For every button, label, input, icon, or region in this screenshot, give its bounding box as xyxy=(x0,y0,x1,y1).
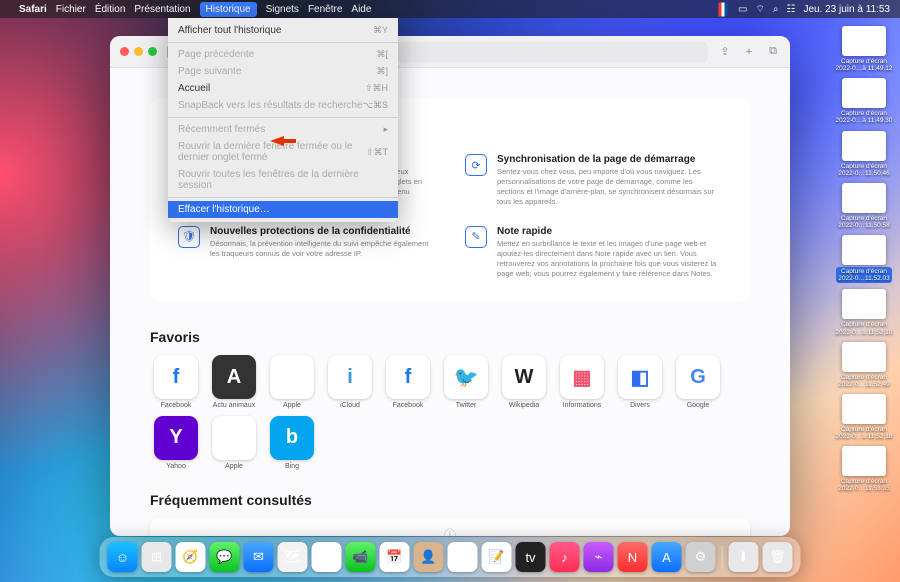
desktop-file[interactable]: Capture d'écran2022-0…11.53.35 xyxy=(834,446,894,492)
menubar: Safari Fichier Édition Présentation Hist… xyxy=(0,0,900,18)
dock-downloads[interactable]: ⬇ xyxy=(729,542,759,572)
menu-item[interactable]: Afficher tout l'historique⌘Y xyxy=(168,22,398,39)
feature-icon: ⟳ xyxy=(465,154,487,176)
input-source-flag-icon[interactable] xyxy=(719,2,728,16)
dock-mail[interactable]: ✉ xyxy=(244,542,274,572)
menu-help[interactable]: Aide xyxy=(351,4,371,15)
desktop-file[interactable]: Capture d'écran2022-0…11.50.58 xyxy=(834,183,894,229)
app-name[interactable]: Safari xyxy=(19,4,47,15)
new-tab-icon[interactable]: + xyxy=(742,45,756,59)
favorite-item[interactable]: bBing xyxy=(266,416,318,471)
history-dropdown: Afficher tout l'historique⌘Y Page précéde… xyxy=(168,18,398,222)
dock-trash[interactable]: 🗑 xyxy=(763,542,793,572)
dock-contacts[interactable]: 👤 xyxy=(414,542,444,572)
desktop-file[interactable]: Capture d'écran2022-0…11.50.46 xyxy=(834,131,894,177)
desktop-file[interactable]: Capture d'écran2022-0…à 11.49.30 xyxy=(834,78,894,124)
dock-appstore[interactable]: A xyxy=(652,542,682,572)
dock-music[interactable]: ♪ xyxy=(550,542,580,572)
battery-icon[interactable]: ▭ xyxy=(738,4,747,15)
dock-podcasts[interactable]: ⌁ xyxy=(584,542,614,572)
favorite-item[interactable]: Apple xyxy=(266,355,318,410)
menu-history[interactable]: Historique xyxy=(200,2,257,17)
feature-item: 🛡Nouvelles protections de la confidentia… xyxy=(178,226,435,280)
frequently-visited-item[interactable]: ⓘ xyxy=(150,518,750,536)
dock-messages[interactable]: 💬 xyxy=(210,542,240,572)
favorite-item[interactable]: YYahoo xyxy=(150,416,202,471)
favorite-item[interactable]: fFacebook xyxy=(382,355,434,410)
spotlight-icon[interactable]: ⌕ xyxy=(773,4,779,15)
dock-finder[interactable]: ☺ xyxy=(108,542,138,572)
desktop-file[interactable]: Capture d'écran2022-0…11.52.03 xyxy=(834,235,894,283)
menu-window[interactable]: Fenêtre xyxy=(308,4,342,15)
dock-settings[interactable]: ⚙ xyxy=(686,542,716,572)
menu-item: SnapBack vers les résultats de recherche… xyxy=(168,97,398,114)
window-traffic-lights[interactable] xyxy=(120,47,157,56)
dock-launchpad[interactable]: ⊞ xyxy=(142,542,172,572)
menu-view[interactable]: Présentation xyxy=(134,4,190,15)
dock-safari[interactable]: 🧭 xyxy=(176,542,206,572)
desktop-file[interactable]: Capture d'écran2022-0…11.52.49 xyxy=(834,342,894,388)
share-icon[interactable]: ⇪ xyxy=(718,45,732,59)
menu-item[interactable]: Accueil⇧⌘H xyxy=(168,80,398,97)
dock: ☺⊞🧭💬✉🗺✿📹📅👤☰📝tv♪⌁NA⚙ ⬇🗑 xyxy=(100,537,801,577)
desktop-file[interactable]: Capture d'écran2022-0…à 11.49.12 xyxy=(834,26,894,72)
control-center-icon[interactable]: ☷ xyxy=(786,4,795,15)
favorite-item[interactable]: GGoogle xyxy=(672,355,724,410)
dock-calendar[interactable]: 📅 xyxy=(380,542,410,572)
menu-item[interactable]: Effacer l'historique… xyxy=(168,201,398,218)
feature-item: ✎Note rapideMettez en surbrillance le te… xyxy=(465,226,722,280)
dock-news[interactable]: N xyxy=(618,542,648,572)
dock-tv[interactable]: tv xyxy=(516,542,546,572)
dock-reminders[interactable]: ☰ xyxy=(448,542,478,572)
favorite-item[interactable]: AActu animaux xyxy=(208,355,260,410)
desktop-icons: Capture d'écran2022-0…à 11.49.12 Capture … xyxy=(834,26,894,493)
favorite-item[interactable]: iiCloud xyxy=(324,355,376,410)
wifi-icon[interactable]: ⌔ xyxy=(755,3,764,16)
frequently-visited-heading: Fréquemment consultés xyxy=(150,492,750,508)
favorite-item[interactable]: ◧Divers xyxy=(614,355,666,410)
desktop-file[interactable]: Capture d'écran2022-0…à 11.52.10 xyxy=(834,289,894,335)
favorites-grid: fFacebookAActu animauxAppleiiCloudfFaceb… xyxy=(150,355,750,470)
favorite-item[interactable]: WWikipedia xyxy=(498,355,550,410)
menu-edit[interactable]: Édition xyxy=(95,4,126,15)
menu-bookmarks[interactable]: Signets xyxy=(266,4,299,15)
desktop-file[interactable]: Capture d'écran2022-0…à 11.52.18 xyxy=(834,394,894,440)
clock[interactable]: Jeu. 23 juin à 11:53 xyxy=(803,4,890,15)
feature-icon: ✎ xyxy=(465,226,487,248)
menu-file[interactable]: Fichier xyxy=(56,4,86,15)
tabs-overview-icon[interactable]: ⧉ xyxy=(766,45,780,59)
dock-maps[interactable]: 🗺 xyxy=(278,542,308,572)
menu-item: Page suivante⌘] xyxy=(168,63,398,80)
feature-icon: 🛡 xyxy=(178,226,200,248)
favorite-item[interactable]: 🐦Twitter xyxy=(440,355,492,410)
favorite-item[interactable]: fFacebook xyxy=(150,355,202,410)
feature-item: ⟳Synchronisation de la page de démarrage… xyxy=(465,154,722,208)
dock-facetime[interactable]: 📹 xyxy=(346,542,376,572)
menu-item: Rouvrir toutes les fenêtres de la derniè… xyxy=(168,166,398,194)
annotation-arrow-icon xyxy=(270,136,294,146)
favorite-item[interactable]: ▦Informations xyxy=(556,355,608,410)
dock-photos[interactable]: ✿ xyxy=(312,542,342,572)
dock-notes[interactable]: 📝 xyxy=(482,542,512,572)
favorite-item[interactable]: Apple xyxy=(208,416,260,471)
menu-item: Page précédente⌘[ xyxy=(168,46,398,63)
favorites-heading: Favoris xyxy=(150,329,750,345)
